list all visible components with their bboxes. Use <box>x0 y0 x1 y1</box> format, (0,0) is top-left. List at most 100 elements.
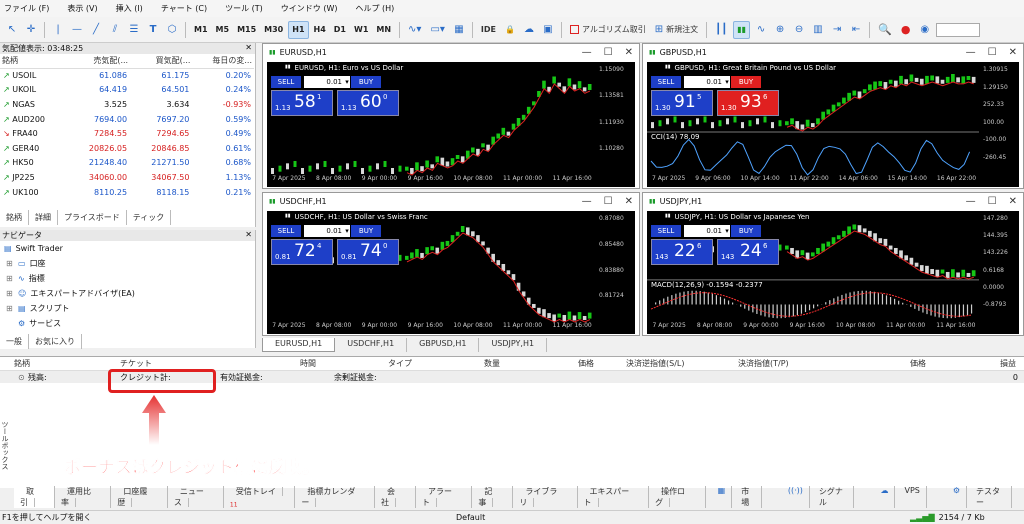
tile-icon[interactable]: ▥ <box>810 21 826 39</box>
toolbox-link[interactable]: ⚙ テスター <box>941 486 1018 508</box>
buy-button[interactable]: BUY <box>731 76 761 88</box>
toolbox-tab[interactable]: アラート <box>416 485 473 509</box>
close-icon[interactable]: ✕ <box>245 43 255 54</box>
trade-column-header[interactable]: チケット <box>120 358 152 369</box>
sell-price-box[interactable]: 1.30 91 5 <box>651 90 713 116</box>
trade-column-header[interactable]: 決済指値(T/P) <box>738 358 789 369</box>
timeframe-m5-button[interactable]: M5 <box>213 21 233 39</box>
chart-type-candles-icon[interactable]: ▮▮ <box>733 20 751 39</box>
close-icon[interactable]: ✕ <box>625 196 633 207</box>
lot-size-input[interactable]: 0.01 <box>684 225 724 237</box>
navigator-item[interactable]: ⊞ ▭ 口座 <box>0 256 255 271</box>
crosshair-icon[interactable]: ✛ <box>23 21 39 39</box>
toolbox-link[interactable]: ((·)) シグナル <box>776 486 861 508</box>
cloud-icon[interactable]: ☁ <box>521 21 537 39</box>
menu-item[interactable]: ファイル (F) <box>4 3 49 14</box>
trade-column-header[interactable]: タイプ <box>388 358 412 369</box>
close-icon[interactable]: ✕ <box>1009 47 1017 58</box>
autoscroll-icon[interactable]: ⇥ <box>829 21 845 39</box>
close-icon[interactable]: ✕ <box>1009 196 1017 207</box>
navigator-tab[interactable]: 一般 <box>0 334 29 349</box>
trade-column-header[interactable]: 銘柄 <box>14 358 30 369</box>
navigator-item[interactable]: ⚙ サービス <box>0 316 255 331</box>
toolbox-tab[interactable]: 運用比率 <box>55 485 112 509</box>
buy-price-box[interactable]: 0.81 74 0 <box>337 239 399 265</box>
price-chart[interactable]: CCI(14) 78.09 ▮▮ GBPUSD, H1: Great Britain… <box>647 62 1019 187</box>
lot-dropdown-icon[interactable]: ▾ <box>344 225 350 237</box>
search-input[interactable] <box>935 22 980 37</box>
collapse-icon[interactable]: ⊙ <box>18 373 25 382</box>
template-icon[interactable]: ▭▾ <box>427 21 447 39</box>
sell-button[interactable]: SELL <box>651 76 681 88</box>
trade-column-header[interactable]: 数量 <box>484 358 500 369</box>
image-icon[interactable]: ▣ <box>540 21 556 39</box>
lot-dropdown-icon[interactable]: ▾ <box>724 225 730 237</box>
lock-icon[interactable]: 🔒 <box>502 21 518 39</box>
menu-item[interactable]: ヘルプ (H) <box>355 3 394 14</box>
expand-icon[interactable]: ⊞ <box>6 304 14 313</box>
market-watch-row[interactable]: ↗ UK100 8110.25 8118.15 0.21% <box>0 185 254 200</box>
lot-dropdown-icon[interactable]: ▾ <box>344 76 350 88</box>
cursor-icon[interactable]: ↖ <box>4 21 20 39</box>
market-watch-tab[interactable]: 銘柄 <box>0 210 29 225</box>
timeframe-d1-button[interactable]: D1 <box>331 21 349 39</box>
toolbox-tab[interactable]: 会社 <box>375 485 416 509</box>
navigator-tab[interactable]: お気に入り <box>29 334 82 349</box>
sell-button[interactable]: SELL <box>271 76 301 88</box>
sell-price-box[interactable]: 0.81 72 4 <box>271 239 333 265</box>
sell-button[interactable]: SELL <box>651 225 681 237</box>
menu-item[interactable]: 挿入 (I) <box>116 3 143 14</box>
minimize-icon[interactable]: — <box>966 196 976 207</box>
chart-tab[interactable]: USDJPY,H1 <box>479 338 548 352</box>
toolbox-tab[interactable]: 取引 <box>14 485 55 509</box>
toolbox-tab[interactable]: エキスパート <box>578 485 650 509</box>
chart-window[interactable]: ▮▮ GBPUSD,H1— ☐ ✕ CCI(14) 78.09 ▮▮ GBPUSD, H1:… <box>642 43 1024 189</box>
lot-dropdown-icon[interactable]: ▾ <box>724 76 730 88</box>
notification-icon[interactable]: ● <box>898 21 914 39</box>
trade-column-header[interactable]: 価格 <box>578 358 594 369</box>
timeframe-h1-button[interactable]: H1 <box>288 20 309 39</box>
shapes-icon[interactable]: ⬡ <box>164 21 180 39</box>
vertical-line-icon[interactable]: | <box>50 21 66 39</box>
maximize-icon[interactable]: ☐ <box>604 196 613 207</box>
buy-price-box[interactable]: 1.30 93 6 <box>717 90 779 116</box>
toolbox-tab[interactable]: 操作ログ <box>649 485 706 509</box>
grid-icon[interactable]: ▦ <box>451 21 467 39</box>
horizontal-line-icon[interactable]: — <box>69 21 85 39</box>
chart-window[interactable]: ▮▮ USDCHF,H1— ☐ ✕ ▮▮ USDCHF, H1: US Dollar vs… <box>262 192 640 336</box>
search-icon[interactable]: 🔍 <box>875 21 895 39</box>
toolbox-tab[interactable]: 指標カレンダー <box>295 485 375 509</box>
trade-column-header[interactable]: 決済逆指値(S/L) <box>626 358 684 369</box>
chart-window[interactable]: ▮▮ EURUSD,H1— ☐ ✕ ▮▮ EURUSD, H1: Euro vs US D… <box>262 43 640 189</box>
channel-icon[interactable]: ⫽ <box>107 21 123 39</box>
menu-item[interactable]: チャート (C) <box>161 3 207 14</box>
chart-tab[interactable]: USDCHF,H1 <box>335 338 408 352</box>
column-header[interactable]: 売気配(... <box>67 54 131 69</box>
toolbox-tab[interactable]: 口座履歴 <box>111 485 168 509</box>
buy-price-box[interactable]: 143 24 6 <box>717 239 779 265</box>
toolbox-link[interactable]: ▦ 市場 <box>706 486 768 508</box>
timeframe-m1-button[interactable]: M1 <box>191 21 211 39</box>
trade-column-header[interactable]: 損益 <box>1000 358 1016 369</box>
new-order-button[interactable]: ⊞ 新規注文 <box>652 21 701 39</box>
column-header[interactable]: 買気配(... <box>130 54 193 69</box>
column-header[interactable]: 毎日の変... <box>192 54 254 69</box>
lot-size-input[interactable]: 0.01 <box>304 76 344 88</box>
toolbox-tab[interactable]: 受信トレイ11 <box>224 485 296 509</box>
chart-tab[interactable]: GBPUSD,H1 <box>407 338 480 352</box>
navigator-item[interactable]: ⊞ ∿ 指標 <box>0 271 255 286</box>
sell-button[interactable]: SELL <box>271 225 301 237</box>
lot-size-input[interactable]: 0.01 <box>304 225 344 237</box>
minimize-icon[interactable]: — <box>582 47 592 58</box>
market-watch-row[interactable]: ↘ FRA40 7284.55 7294.65 0.49% <box>0 126 254 141</box>
market-watch-row[interactable]: ↗ USOIL 61.086 61.175 0.20% <box>0 68 254 83</box>
market-watch-row[interactable]: ↗ JP225 34060.00 34067.50 1.13% <box>0 170 254 185</box>
market-watch-row[interactable]: ↗ AUD200 7694.00 7697.20 0.59% <box>0 112 254 127</box>
toolbox-tab[interactable]: 記事 <box>472 485 514 509</box>
ide-button[interactable]: IDE <box>478 21 499 39</box>
sell-price-box[interactable]: 143 22 6 <box>651 239 713 265</box>
toolbox-tab[interactable]: ライブラリ <box>513 485 578 509</box>
chart-tab[interactable]: EURUSD,H1 <box>262 338 336 352</box>
market-watch-row[interactable]: ↗ NGAS 3.525 3.634 -0.93% <box>0 97 254 112</box>
market-watch-row[interactable]: ↗ HK50 21248.40 21271.50 0.68% <box>0 156 254 171</box>
